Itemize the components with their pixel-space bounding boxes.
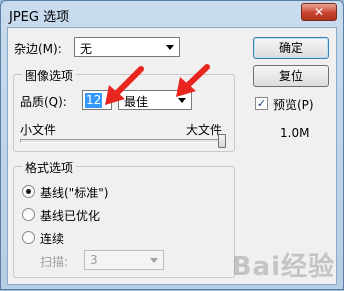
- progressive-radio[interactable]: [22, 231, 35, 244]
- chevron-down-icon: [150, 258, 158, 263]
- format-options-group: 格式选项 基线("标准") 基线已优化 连续 扫描: 3: [13, 159, 235, 278]
- quality-label: 品质(Q):: [20, 95, 67, 109]
- baseline-standard-label: 基线("标准"): [40, 186, 109, 200]
- file-size-readout: 1.0M: [280, 126, 310, 140]
- format-options-title: 格式选项: [22, 159, 77, 176]
- window-title: JPEG 选项: [9, 10, 70, 25]
- preview-label: 预览(P): [273, 98, 314, 112]
- close-button[interactable]: ✕: [301, 3, 337, 21]
- image-options-title: 图像选项: [22, 67, 77, 84]
- chevron-down-icon: [166, 45, 174, 50]
- matte-value: 无: [80, 42, 93, 56]
- image-options-group: 图像选项 品质(Q): 12 最佳 小文件 大文件: [13, 67, 235, 152]
- scans-value: 3: [90, 253, 98, 267]
- quality-slider-thumb[interactable]: [218, 134, 226, 148]
- scans-dropdown[interactable]: 3: [84, 250, 164, 270]
- title-bar[interactable]: JPEG 选项 ✕: [1, 1, 343, 27]
- chevron-down-icon: [178, 98, 186, 103]
- baseline-standard-radio[interactable]: [22, 185, 35, 198]
- jpeg-options-dialog: JPEG 选项 ✕ 杂边(M): 无 确定 复位 ✓ 预览(P) 1.0M 图像…: [0, 0, 344, 290]
- small-file-label: 小文件: [20, 123, 57, 137]
- preview-checkbox[interactable]: ✓: [255, 97, 268, 110]
- quality-input[interactable]: 12: [82, 90, 112, 110]
- quality-preset-dropdown[interactable]: 最佳: [118, 90, 192, 110]
- reset-button[interactable]: 复位: [253, 65, 329, 87]
- matte-label: 杂边(M):: [14, 42, 62, 56]
- scans-label: 扫描:: [40, 255, 69, 269]
- quality-preset-value: 最佳: [124, 95, 149, 109]
- large-file-label: 大文件: [186, 123, 223, 137]
- watermark: Bai经验: [231, 252, 335, 282]
- baseline-optimized-radio[interactable]: [22, 208, 35, 221]
- quality-slider-track[interactable]: [20, 139, 226, 143]
- matte-dropdown[interactable]: 无: [74, 37, 180, 57]
- ok-button[interactable]: 确定: [253, 37, 329, 59]
- progressive-label: 连续: [40, 232, 65, 246]
- quality-value: 12: [85, 93, 103, 108]
- baseline-optimized-label: 基线已优化: [40, 209, 101, 223]
